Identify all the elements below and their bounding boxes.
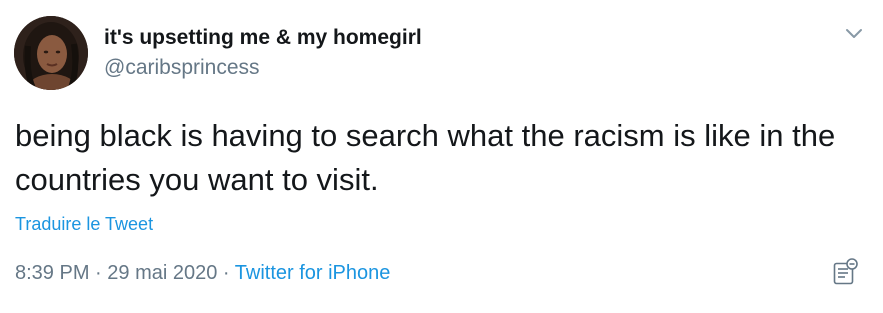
tweet-time[interactable]: 8:39 PM bbox=[15, 262, 89, 284]
display-name[interactable]: it's upsetting me & my homegirl bbox=[104, 25, 422, 51]
tweet-source-link[interactable]: Twitter for iPhone bbox=[235, 262, 391, 284]
meta-separator: · bbox=[217, 262, 235, 284]
tweet-metadata: 8:39 PM · 29 mai 2020 · Twitter for iPho… bbox=[15, 260, 390, 286]
meta-separator: · bbox=[89, 262, 108, 284]
avatar[interactable] bbox=[14, 16, 88, 90]
translate-tweet-link[interactable]: Traduire le Tweet bbox=[15, 212, 153, 236]
tweet-text: being black is having to search what the… bbox=[15, 118, 836, 197]
analytics-icon[interactable] bbox=[833, 258, 859, 286]
chevron-down-icon[interactable] bbox=[843, 22, 865, 44]
user-handle[interactable]: @caribsprincess bbox=[104, 55, 422, 81]
tweet-date[interactable]: 29 mai 2020 bbox=[107, 262, 217, 284]
author-info: it's upsetting me & my homegirl @caribsp… bbox=[104, 25, 422, 81]
tweet-card: it's upsetting me & my homegirl @caribsp… bbox=[0, 0, 883, 313]
